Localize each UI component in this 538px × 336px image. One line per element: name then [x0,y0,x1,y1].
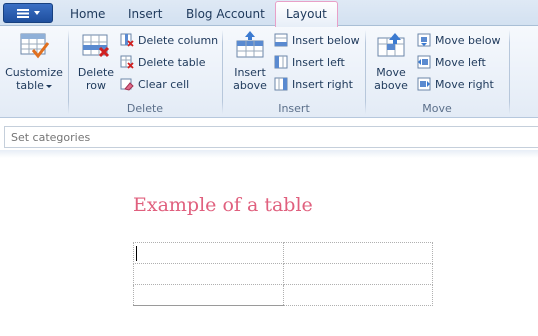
table-row [133,284,433,306]
move-group-label: Move [422,102,452,115]
ribbon: Customize table Delete row Delete column… [0,26,538,118]
delete-group-label: Delete [126,102,164,115]
customize-table-icon [18,30,50,62]
move-right-label: Move right [435,77,494,91]
chevron-down-icon [33,11,40,15]
delete-table-icon [120,55,134,69]
move-left-label: Move left [435,55,486,69]
ribbon-separator [68,30,69,114]
move-left-button[interactable]: Move left [417,53,486,71]
delete-column-button[interactable]: Delete column [120,31,218,49]
customize-table-button[interactable]: Customize table [4,30,64,92]
insert-above-button[interactable]: Insert above [230,30,270,92]
menu-icon [16,8,29,18]
customize-table-label-2: table [16,79,44,92]
insert-above-label-2: above [233,79,267,92]
move-below-icon [417,33,431,47]
table-cell[interactable] [282,263,433,285]
insert-below-icon [274,33,288,47]
category-bar-shadow [0,150,538,158]
delete-column-icon [120,33,134,47]
delete-row-icon [80,30,112,62]
tab-home[interactable]: Home [70,4,105,26]
insert-below-label: Insert below [292,33,360,47]
tab-insert[interactable]: Insert [128,4,162,26]
clear-cell-button[interactable]: Clear cell [120,75,189,93]
move-right-button[interactable]: Move right [417,75,494,93]
category-bar [4,126,538,148]
tab-blog-account[interactable]: Blog Account [186,4,265,26]
insert-right-label: Insert right [292,77,353,91]
move-above-label-1: Move [376,66,406,79]
delete-row-button[interactable]: Delete row [76,30,116,92]
ribbon-separator [365,30,366,114]
tab-layout[interactable]: Layout [275,1,338,27]
eraser-icon [120,77,134,91]
ribbon-separator [509,30,510,114]
categories-input[interactable] [5,127,538,147]
table-cell[interactable] [133,263,284,285]
move-below-button[interactable]: Move below [417,31,501,49]
move-above-icon [375,30,407,62]
table-cell[interactable] [133,284,284,306]
insert-left-icon [274,55,288,69]
insert-group: Insert above Insert below Insert left In… [224,26,364,118]
insert-above-icon [234,30,266,62]
move-below-label: Move below [435,33,501,47]
application-menu-button[interactable] [3,3,53,23]
insert-right-icon [274,77,288,91]
insert-group-label: Insert [278,102,310,115]
insert-above-label-1: Insert [234,66,266,79]
insert-below-button[interactable]: Insert below [274,31,360,49]
delete-table-button[interactable]: Delete table [120,53,206,71]
move-right-icon [417,77,431,91]
delete-group: Delete row Delete column Delete table Cl… [70,26,220,118]
delete-row-label-2: row [85,79,106,92]
insert-left-label: Insert left [292,55,345,69]
table-cell[interactable] [282,242,433,264]
table-row [133,263,433,285]
text-cursor [136,245,137,261]
delete-column-label: Delete column [138,33,219,47]
insert-right-button[interactable]: Insert right [274,75,353,93]
ribbon-tab-bar: Home Insert Blog Account Layout [0,0,538,27]
table-cell[interactable] [282,284,433,306]
delete-table-label: Delete table [138,55,206,69]
move-left-icon [417,55,431,69]
post-title[interactable]: Example of a table [133,194,313,216]
ribbon-separator [222,30,223,114]
customize-table-label-1: Customize [5,66,63,79]
move-above-label-2: above [374,79,408,92]
delete-row-label-1: Delete [77,66,115,79]
table-row [133,242,433,264]
insert-left-button[interactable]: Insert left [274,53,345,71]
move-above-button[interactable]: Move above [373,30,409,92]
table-cell[interactable] [133,242,284,264]
document-table [133,242,433,306]
move-group: Move above Move below Move left Move rig… [367,26,507,118]
chevron-down-icon [45,84,52,88]
clear-cell-label: Clear cell [138,77,190,91]
